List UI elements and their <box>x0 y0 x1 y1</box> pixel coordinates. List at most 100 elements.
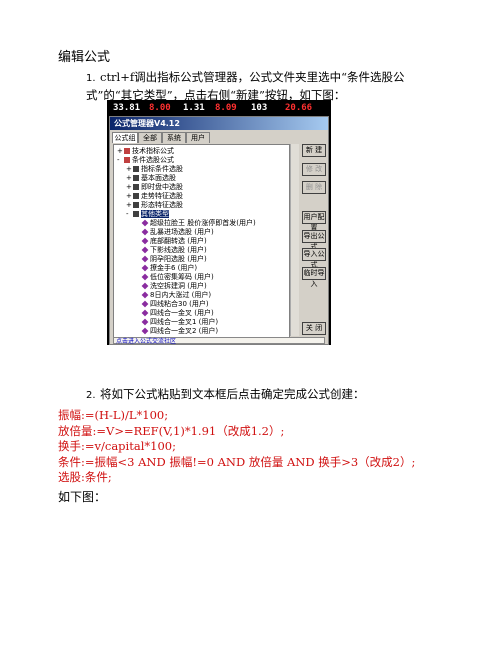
button-2: 删 除 <box>302 181 326 194</box>
tree-node-label: 四线合一金叉 (用户) <box>150 309 214 317</box>
tree-node[interactable]: 四线合一金叉 (用户) <box>135 309 214 317</box>
formula-icon <box>141 327 149 335</box>
expand-toggle-icon[interactable]: + <box>126 174 133 182</box>
folder-icon <box>133 193 139 199</box>
quote-ticker: 33.81 8.00 1.31 8.09 103 20.66 <box>107 100 331 116</box>
tab-1[interactable]: 全部 <box>138 132 162 143</box>
button-7[interactable]: 关 闭 <box>302 322 326 335</box>
tree-node[interactable]: - 其他类型 <box>126 210 169 218</box>
folder-icon <box>133 166 139 172</box>
formula-icon <box>141 291 149 299</box>
button-6[interactable]: 临时导入 <box>302 267 326 288</box>
ticker-value: 8.00 <box>149 103 171 113</box>
expand-toggle-icon[interactable]: + <box>126 192 133 200</box>
expand-toggle-icon[interactable]: + <box>117 147 124 155</box>
tree-node-label: 阴孕阳选股 (用户) <box>150 255 207 263</box>
button-4[interactable]: 导出公式 <box>302 230 326 251</box>
tree-node[interactable]: - 条件选股公式 <box>117 156 174 164</box>
expand-toggle-icon[interactable]: - <box>126 210 133 218</box>
folder-icon <box>133 202 139 208</box>
formula-icon <box>141 300 149 308</box>
formula-icon <box>141 264 149 272</box>
tree-node[interactable]: 四线合一金叉2 (用户) <box>135 327 218 335</box>
tab-2[interactable]: 系统 <box>162 132 186 143</box>
tree-node[interactable]: + 形态特征选股 <box>126 201 183 209</box>
tree-node[interactable]: 撩金手6 (用户) <box>135 264 197 272</box>
community-link-text[interactable]: 点击进入公式交流社区 <box>116 336 176 345</box>
tree-node[interactable]: + 指标条件选股 <box>126 165 183 173</box>
tree-node[interactable]: 超级拉脸王 股价涨停即首发(用户) <box>135 219 256 227</box>
tree-node-label: 超级拉脸王 股价涨停即首发(用户) <box>150 219 256 227</box>
button-3[interactable]: 用户配置 <box>302 211 326 232</box>
tree-node[interactable]: 四线粘合30 (用户) <box>135 300 209 308</box>
expand-toggle-icon[interactable]: + <box>126 201 133 209</box>
tab-3[interactable]: 用户 <box>186 132 210 143</box>
tree-node-label: 四线合一金叉1 (用户) <box>150 318 219 326</box>
tree-node-label: 下影线选股 (用户) <box>150 246 207 254</box>
folder-icon <box>124 148 130 154</box>
code-line: 条件:=振幅<3 AND 振幅!=0 AND 放倍量 AND 换手>3（改成2）… <box>58 454 416 469</box>
folder-icon <box>133 184 139 190</box>
tab-0[interactable]: 公式组 <box>112 132 138 143</box>
tree-node[interactable]: 四线合一金叉1 (用户) <box>135 318 218 326</box>
formula-manager-screenshot: 33.81 8.00 1.31 8.09 103 20.66 公式管理器V4.12 公式组… <box>107 100 331 345</box>
formula-icon <box>141 282 149 290</box>
expand-toggle-icon[interactable]: + <box>126 165 133 173</box>
tree-node-label: 洗空拆建洞 (用户) <box>150 282 207 290</box>
tree-node[interactable]: 8日内大涨过 (用户) <box>135 291 211 299</box>
formula-icon <box>141 246 149 254</box>
button-0[interactable]: 新 建 <box>302 144 326 157</box>
folder-icon <box>124 157 130 163</box>
code-line: 放倍量:=V>=REF(V,1)*1.91（改成1.2）; <box>58 423 285 438</box>
tree-node[interactable]: + 技术指标公式 <box>117 147 174 155</box>
formula-icon <box>141 228 149 236</box>
formula-icon <box>141 237 149 245</box>
community-link-bar[interactable]: 点击进入公式交流社区 <box>113 336 325 345</box>
tree-scrollbar[interactable] <box>290 144 299 336</box>
code-line: 振幅:=(H-L)/L*100; <box>58 408 169 422</box>
tree-node-label: 低位密集筹码 (用户) <box>150 273 214 281</box>
ticker-value: 103 <box>251 103 268 113</box>
step-2-number: 2. <box>86 390 96 401</box>
formula-icon <box>141 219 149 227</box>
code-line: 换手:=v/capital*100; <box>58 439 176 453</box>
tree-node[interactable]: 阴孕阳选股 (用户) <box>135 255 207 263</box>
formula-tree[interactable]: + 技术指标公式 - 条件选股公式 + 指标条件选股 + 基本面选股 + 即时盘中选股 + 走势特征选… <box>113 144 290 338</box>
tree-node[interactable]: + 走势特征选股 <box>126 192 183 200</box>
tree-node[interactable]: 底部翻转选 (用户) <box>135 237 207 245</box>
tree-node[interactable]: 下影线选股 (用户) <box>135 246 207 254</box>
step-2: 2. 将如下公式粘贴到文本框后点击确定完成公式创建： <box>86 386 446 404</box>
tree-node[interactable]: 洗空拆建洞 (用户) <box>135 282 207 290</box>
ticker-value: 20.66 <box>285 103 313 113</box>
tree-node[interactable]: + 即时盘中选股 <box>126 183 183 191</box>
expand-toggle-icon[interactable]: + <box>126 183 133 191</box>
tree-node-label: 撩金手6 (用户) <box>150 264 198 272</box>
ticker-value: 33.81 <box>113 103 141 113</box>
tree-node[interactable]: 低位密集筹码 (用户) <box>135 273 214 281</box>
tree-node-label: 其他类型 <box>141 210 169 218</box>
expand-toggle-icon[interactable]: - <box>117 156 124 164</box>
button-5[interactable]: 导入公式 <box>302 248 326 269</box>
tree-node-label: 四线粘合30 (用户) <box>150 300 209 308</box>
formula-icon <box>141 309 149 317</box>
formula-icon <box>141 318 149 326</box>
code-line: 选股:条件; <box>58 470 112 484</box>
doc-heading: 编辑公式 <box>58 50 111 65</box>
tree-node-label: 技术指标公式 <box>132 147 174 155</box>
tree-node-label: 基本面选股 <box>141 174 176 182</box>
step-2-text: 将如下公式粘贴到文本框后点击确定完成公式创建： <box>100 387 365 401</box>
tree-node[interactable]: 乱暴进场选股 (用户) <box>135 228 214 236</box>
button-1: 修 改 <box>302 163 326 176</box>
tree-node[interactable]: + 基本面选股 <box>126 174 176 182</box>
formula-code: 振幅:=(H-L)/L*100; 放倍量:=V>=REF(V,1)*1.91（改成… <box>58 408 415 486</box>
formula-icon <box>141 273 149 281</box>
tree-node-label: 形态特征选股 <box>141 201 183 209</box>
tree-node-label: 乱暴进场选股 (用户) <box>150 228 214 236</box>
folder-icon <box>133 175 139 181</box>
tree-node-label: 四线合一金叉2 (用户) <box>150 327 219 335</box>
tree-node-label: 走势特征选股 <box>141 192 183 200</box>
dialog-title: 公式管理器V4.12 <box>114 119 180 128</box>
formula-icon <box>141 255 149 263</box>
ticker-value: 8.09 <box>215 103 237 113</box>
dialog-titlebar: 公式管理器V4.12 <box>110 117 328 130</box>
